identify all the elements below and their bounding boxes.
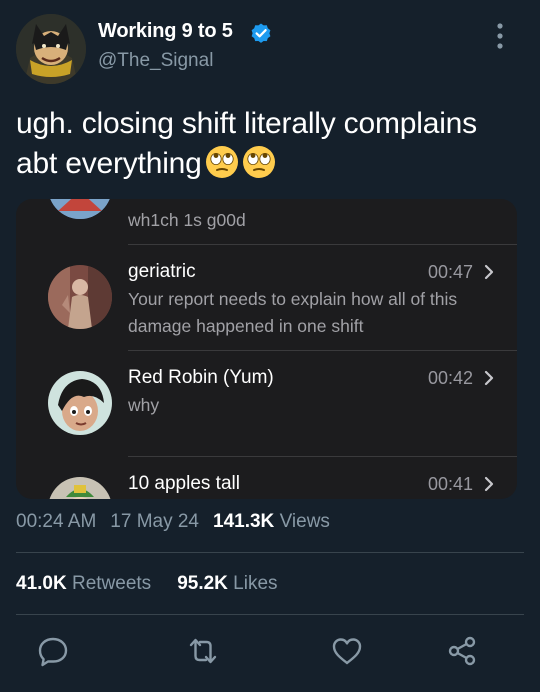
author-handle[interactable]: @The_Signal [98, 50, 213, 72]
chevron-right-icon [484, 370, 494, 386]
conversation-row[interactable]: Red Robin (Yum) 00:42 why [16, 351, 517, 456]
views-label[interactable]: Views [280, 511, 330, 532]
more-options-icon[interactable] [494, 22, 506, 52]
tweet-stats: 41.0K Retweets 95.2K Likes [16, 573, 278, 595]
reply-icon[interactable] [36, 634, 70, 668]
likes-count: 95.2K [177, 573, 228, 594]
contact-avatar [48, 265, 112, 329]
conversation-row[interactable]: 10 apples tall 00:41 [16, 457, 517, 499]
contact-name: geriatric [128, 261, 196, 282]
retweet-icon[interactable] [186, 634, 220, 668]
chevron-right-icon [484, 476, 494, 492]
tweet-detail-page: Working 9 to 5 @The_Signal ugh. closing … [0, 0, 540, 692]
tweet-text: ugh. closing shift literally complains a… [16, 104, 526, 184]
verified-badge-icon [251, 23, 271, 43]
divider [16, 614, 524, 615]
clipped-preview-text: · · · · · · · · · · · [128, 199, 280, 207]
likes-stat[interactable]: 95.2K Likes [177, 573, 277, 594]
retweets-label: Retweets [71, 573, 152, 594]
clipped-conversation-row: · · · · · · · · · · · wh1ch 1s g00d [16, 199, 517, 244]
message-preview: Your report needs to explain how all of … [128, 289, 458, 336]
message-preview: wh1ch 1s g00d [128, 210, 246, 230]
views-count[interactable]: 141.3K [213, 511, 274, 532]
rolling-eyes-emoji-icon [205, 146, 238, 178]
divider [16, 552, 524, 553]
author-avatar[interactable] [16, 14, 86, 84]
message-time: 00:41 [427, 474, 473, 494]
contact-avatar [48, 199, 112, 219]
retweets-stat[interactable]: 41.0K Retweets [16, 573, 151, 594]
message-preview: why [128, 395, 160, 415]
contact-avatar [48, 477, 112, 499]
tweet-date: 17 May 24 [110, 511, 200, 532]
chevron-right-icon [484, 264, 494, 280]
contact-name: 10 apples tall [128, 473, 240, 494]
tweet-time: 00:24 AM [16, 511, 97, 532]
rolling-eyes-emoji-icon [242, 146, 275, 178]
conversation-row[interactable]: geriatric 00:47 Your report needs to exp… [16, 245, 517, 350]
author-display-name[interactable]: Working 9 to 5 [98, 20, 233, 43]
message-time: 00:47 [427, 262, 473, 282]
message-time: 00:42 [427, 368, 473, 388]
likes-label: Likes [233, 573, 278, 594]
retweets-count: 41.0K [16, 573, 67, 594]
contact-avatar [48, 371, 112, 435]
tweet-meta: 00:24 AM 17 May 24 141.3K Views [16, 511, 330, 533]
embedded-messages-screenshot[interactable]: · · · · · · · · · · · wh1ch 1s g00d geri… [16, 199, 517, 499]
share-icon[interactable] [445, 634, 479, 668]
like-icon[interactable] [330, 634, 364, 668]
contact-name: Red Robin (Yum) [128, 367, 274, 388]
